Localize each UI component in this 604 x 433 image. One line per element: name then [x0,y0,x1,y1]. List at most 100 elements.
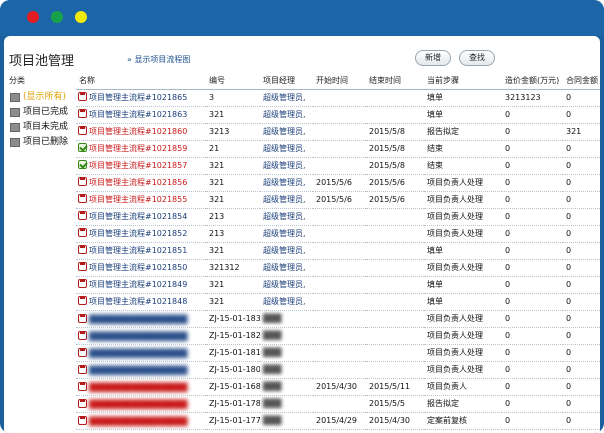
project-name-cell[interactable]: ████████████████ [76,310,206,328]
category-item[interactable]: 项目已完成 [9,105,73,120]
project-name-cell[interactable]: 项目管理主流程#1021859 [76,140,206,158]
cell-manager: ███ [260,310,313,328]
project-name-link[interactable]: 项目管理主流程#1021848 [89,297,187,306]
table-row[interactable]: ████████████████ ZJ-15-01-178 ███ 2015/5/5 报… [76,395,600,413]
table-row[interactable]: 项目管理主流程#1021855 321 超级管理员, 2015/5/6 2015/5/6… [76,191,600,209]
column-header-name[interactable]: 名称 [76,73,206,90]
project-name-link[interactable]: 项目管理主流程#1021856 [89,178,187,187]
table-row[interactable]: ████████████████ ZJ-15-01-182 ███ 项目负责人处理 0 0 [76,327,600,345]
project-name-link[interactable]: ████████████████ [89,315,187,324]
close-window-icon[interactable] [27,11,39,23]
minimize-window-icon[interactable] [51,11,63,23]
project-name-cell[interactable]: 项目管理主流程#1021852 [76,225,206,243]
project-name-cell[interactable]: ████████████████ [76,344,206,362]
cell-contract: 0 [563,361,600,379]
cell-step: 报告拟定 [424,395,502,413]
project-name-cell[interactable]: 项目管理主流程#1021854 [76,208,206,226]
project-name-link[interactable]: 项目管理主流程#1021852 [89,229,187,238]
table-row[interactable]: 项目管理主流程#1021860 3213 超级管理员, 2015/5/8 报告拟定 0 32… [76,123,600,141]
cell-start: 2015/5/6 [313,174,366,192]
project-name-link[interactable]: 项目管理主流程#1021863 [89,110,187,119]
table-row[interactable]: ████████████████ ZJ-15-01-181 ███ 项目负责人处理 0 0 [76,344,600,362]
table-row[interactable]: 项目管理主流程#1021852 213 超级管理员, 项目负责人处理 0 0 [76,225,600,243]
category-item[interactable]: 项目未完成 [9,120,73,135]
project-name-link[interactable]: 项目管理主流程#1021860 [89,127,187,136]
table-row[interactable]: 项目管理主流程#1021849 321 超级管理员, 填单 0 0 [76,276,600,294]
table-row[interactable]: 项目管理主流程#1021850 321312 超级管理员, 项目负责人处理 0 0 [76,259,600,277]
project-name-cell[interactable]: 项目管理主流程#1021851 [76,242,206,260]
project-name-link[interactable]: ████████████████ [89,400,187,409]
project-name-cell[interactable]: ████████████████ [76,412,206,430]
project-name-cell[interactable]: ████████████████ [76,378,206,396]
project-name-cell[interactable]: ████████████████ [76,327,206,345]
table-row[interactable]: 项目管理主流程#1021859 21 超级管理员, 2015/5/8 结束 0 0 [76,140,600,158]
table-row[interactable]: 项目管理主流程#1021857 321 超级管理员, 2015/5/8 结束 0 0 [76,157,600,175]
column-header-start[interactable]: 开始时间 [313,73,366,90]
project-name-cell[interactable]: 项目管理主流程#1021855 [76,191,206,209]
cell-start [313,395,366,413]
project-name-link[interactable]: 项目管理主流程#1021849 [89,280,187,289]
project-name-link[interactable]: ████████████████ [89,383,187,392]
project-name-link[interactable]: 项目管理主流程#1021859 [89,144,187,153]
cell-start [313,208,366,226]
table-row[interactable]: ████████████████ ZJ-15-01-180 ███ 项目负责人处理 0 0 [76,361,600,379]
column-header-end[interactable]: 结束时间 [366,73,424,90]
cell-manager: 超级管理员, [260,276,313,294]
project-name-cell[interactable]: 项目管理主流程#1021850 [76,259,206,277]
project-name-link[interactable]: 项目管理主流程#1021850 [89,263,187,272]
cell-cost: 3213123 [502,89,563,107]
maximize-window-icon[interactable] [75,11,87,23]
project-name-cell[interactable]: 项目管理主流程#1021863 [76,106,206,124]
table-row[interactable]: 项目管理主流程#1021863 321 超级管理员, 填单 0 0 [76,106,600,124]
column-header-code[interactable]: 编号 [206,73,260,90]
project-name-cell[interactable]: 项目管理主流程#1021856 [76,174,206,192]
project-name-cell[interactable]: 项目管理主流程#1021849 [76,276,206,294]
cell-manager: 超级管理员, [260,259,313,277]
column-header-step[interactable]: 当前步骤 [424,73,502,90]
category-item[interactable]: (显示所有) [9,90,73,105]
column-header-cost[interactable]: 造价金额(万元) [502,73,563,90]
table-row[interactable]: 项目管理主流程#1021851 321 超级管理员, 填单 0 0 [76,242,600,260]
cell-start [313,276,366,294]
table-row[interactable]: 项目管理主流程#1021865 3 超级管理员, 填单 3213123 0 [76,89,600,107]
table-row[interactable]: 项目管理主流程#1021856 321 超级管理员, 2015/5/6 2015/5/6… [76,174,600,192]
project-name-cell[interactable]: 项目管理主流程#1021848 [76,293,206,311]
project-name-cell[interactable]: 项目管理主流程#1021865 [76,89,206,107]
table-row[interactable]: 项目管理主流程#1021848 321 超级管理员, 填单 0 0 [76,293,600,311]
project-name-cell[interactable]: ████████████████ [76,361,206,379]
cell-contract: 0 [563,293,600,311]
project-name-link[interactable]: 项目管理主流程#1021851 [89,246,187,255]
project-name-link[interactable]: 项目管理主流程#1021857 [89,161,187,170]
cell-cost: 0 [502,344,563,362]
project-name-link[interactable]: 项目管理主流程#1021854 [89,212,187,221]
project-name-cell[interactable]: ████████████████ [76,395,206,413]
cell-code: 321 [206,191,260,209]
table-row[interactable]: 项目管理主流程#1021854 213 超级管理员, 项目负责人处理 0 0 [76,208,600,226]
cell-code: 321 [206,174,260,192]
table-row[interactable]: ████████████████ ZJ-15-01-177 ███ 2015/4/29… [76,412,600,430]
cell-code: 321 [206,106,260,124]
column-header-manager[interactable]: 项目经理 [260,73,313,90]
table-row[interactable]: ████████████████ ZJ-15-01-168 ███ 2015/4/30… [76,378,600,396]
project-name-cell[interactable]: 项目管理主流程#1021860 [76,123,206,141]
column-header-contract[interactable]: 合同金额 [563,73,600,90]
table-row[interactable]: ████████████████ ZJ-15-01-183 ███ 项目负责人处理 0 0 [76,310,600,328]
cell-start: 2015/4/29 [313,412,366,430]
cell-cost: 0 [502,361,563,379]
search-button[interactable]: 查找 [459,50,495,66]
project-name-cell[interactable]: 项目管理主流程#1021857 [76,157,206,175]
project-name-link[interactable]: 项目管理主流程#1021865 [89,93,187,102]
project-name-link[interactable]: ████████████████ [89,366,187,375]
new-button[interactable]: 新增 [415,50,451,66]
document-icon [78,211,87,220]
project-name-link[interactable]: 项目管理主流程#1021855 [89,195,187,204]
cell-contract: 0 [563,191,600,209]
project-name-link[interactable]: ████████████████ [89,349,187,358]
show-flowchart-link[interactable]: » 显示项目流程图 [127,54,190,65]
project-name-link[interactable]: ████████████████ [89,332,187,341]
project-name-link[interactable]: ████████████████ [89,417,187,426]
cell-step: 报告拟定 [424,123,502,141]
cell-contract: 0 [563,327,600,345]
category-item[interactable]: 项目已删除 [9,135,73,150]
category-header: 分类 [9,76,25,85]
